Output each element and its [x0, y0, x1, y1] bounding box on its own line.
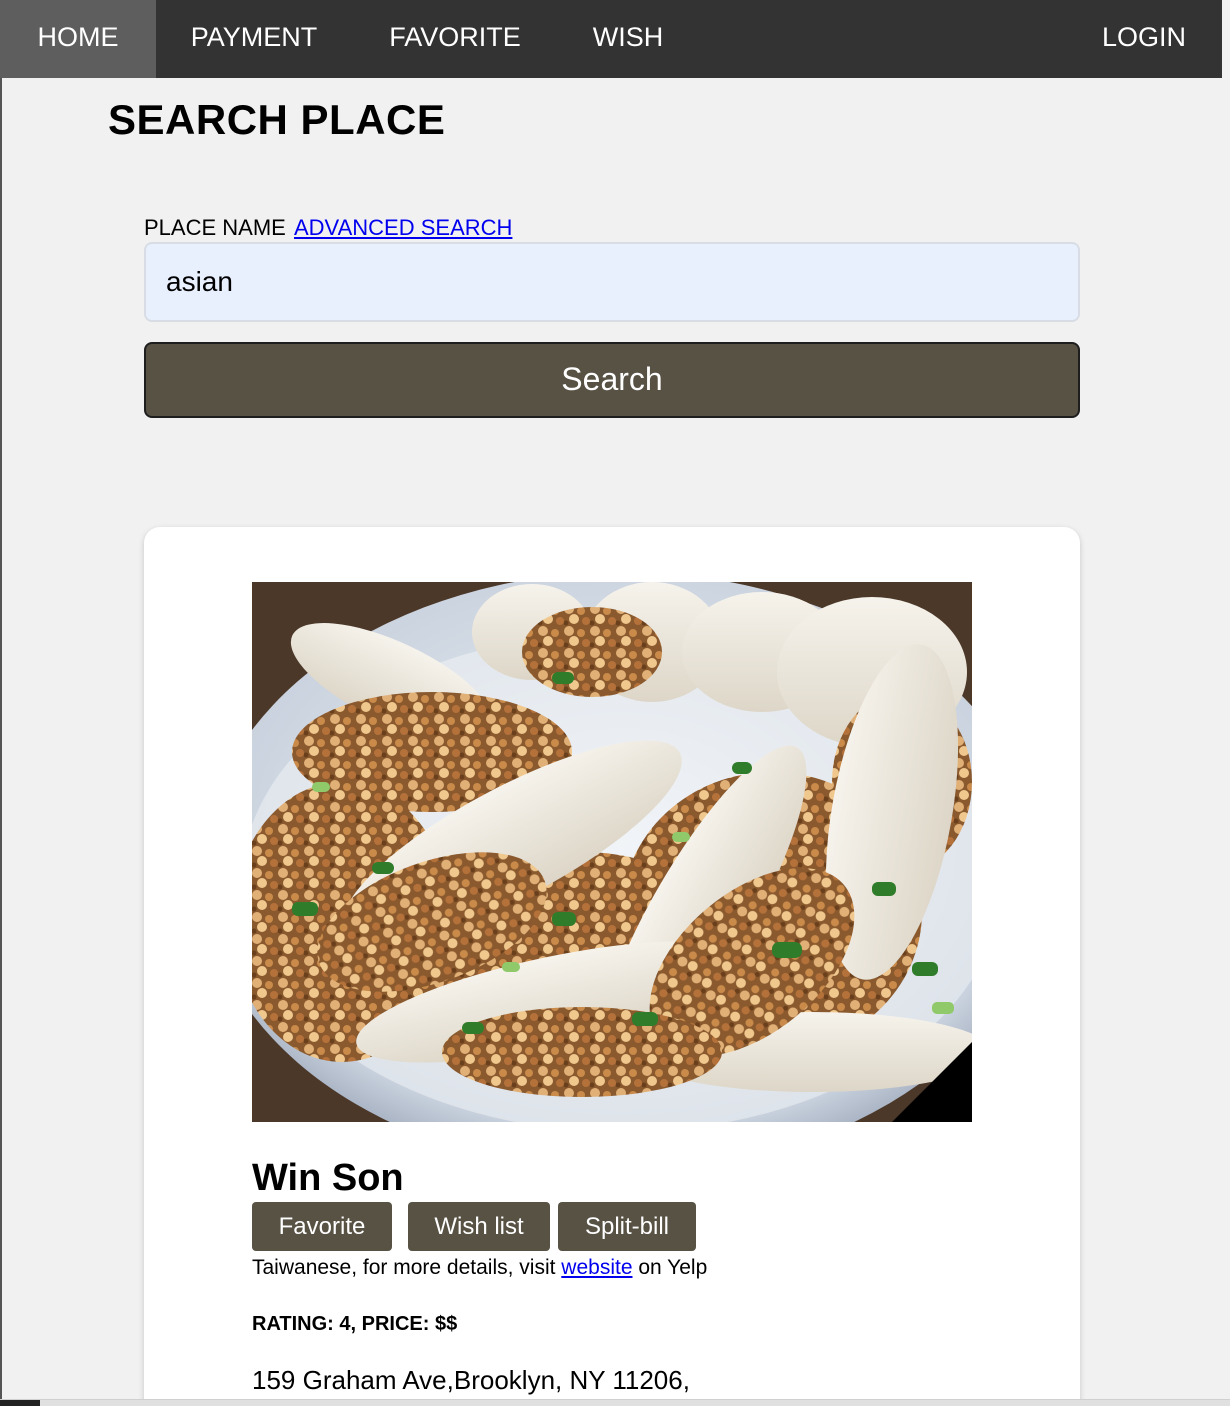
- result-card: Win Son Favorite Wish list Split-bill Ta…: [144, 527, 1080, 1406]
- nav-favorite[interactable]: FAVORITE: [352, 0, 558, 78]
- food-photo: [252, 582, 972, 1122]
- split-bill-button[interactable]: Split-bill: [558, 1202, 696, 1251]
- details-prefix: , for more details, visit: [351, 1256, 562, 1279]
- nav-payment[interactable]: PAYMENT: [156, 0, 352, 78]
- place-name-label: PLACE NAME: [144, 215, 286, 240]
- nav-wish[interactable]: WISH: [558, 0, 698, 78]
- nav-home[interactable]: HOME: [0, 0, 156, 78]
- bottom-scrollbar-strip: [0, 1399, 1230, 1406]
- details-suffix: on Yelp: [632, 1256, 708, 1279]
- taskbar-corner: [0, 1400, 40, 1406]
- favorite-button[interactable]: Favorite: [252, 1202, 392, 1251]
- nav-login[interactable]: LOGIN: [1066, 0, 1222, 78]
- wish-list-button[interactable]: Wish list: [408, 1202, 550, 1251]
- place-name: Win Son: [252, 1157, 404, 1199]
- place-description: Taiwanese, for more details, visit websi…: [252, 1256, 707, 1280]
- search-button[interactable]: Search: [144, 342, 1080, 418]
- website-link[interactable]: website: [561, 1256, 632, 1279]
- top-navbar: HOME PAYMENT FAVORITE WISH LOGIN: [0, 0, 1222, 78]
- page: HOME PAYMENT FAVORITE WISH LOGIN SEARCH …: [0, 0, 1230, 1406]
- window-edge: [0, 78, 2, 1406]
- rating-price: RATING: 4, PRICE: $$: [252, 1313, 458, 1335]
- place-name-input[interactable]: asian: [144, 242, 1080, 322]
- category-text: Taiwanese: [252, 1256, 352, 1279]
- place-address: 159 Graham Ave,Brooklyn, NY 11206,: [252, 1365, 690, 1395]
- advanced-search-link[interactable]: ADVANCED SEARCH: [294, 215, 512, 241]
- page-title: SEARCH PLACE: [108, 96, 446, 143]
